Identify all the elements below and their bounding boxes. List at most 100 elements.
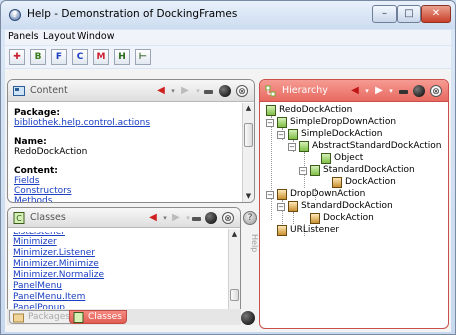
forward-dropdown-icon[interactable]: ▾ [191,84,205,98]
scroll-thumb[interactable] [230,289,239,301]
hierarchy-icon [265,85,276,97]
content-panel: Content ◀ ▾ ▶ ▾ ⊗ Package: bibliothek.he… [7,79,255,203]
collapse-icon[interactable]: − [266,119,274,127]
title-bar[interactable]: ? Help - Demonstration of DockingFrames … [1,1,455,29]
tree-node-label: DropDownAction [290,189,366,199]
close-panel-icon[interactable]: ⊗ [430,85,442,97]
tree-node-label: DockAction [345,177,396,187]
tree-node[interactable]: DockAction [310,213,420,225]
toolbar-m-button[interactable]: M [93,49,109,65]
forward-dropdown-icon[interactable]: ▾ [384,84,398,98]
tree-node[interactable]: − AbstractStandardDockAction [288,141,442,153]
content-panel-header[interactable]: Content ◀ ▾ ▶ ▾ ⊗ [8,80,254,102]
help-app-icon: ? [9,9,21,21]
maximize-panel-icon[interactable] [219,85,231,97]
maximize-panel-icon[interactable] [205,212,217,224]
scroll-up-icon[interactable]: ▲ [243,103,254,114]
tab-packages-label: Packages [28,312,70,322]
help-side-label[interactable]: Help [241,234,259,264]
close-panel-icon[interactable]: ⊗ [222,212,234,224]
svg-text:C: C [16,214,22,223]
minimize-panel-icon[interactable] [204,90,213,94]
b-icon: B [34,52,42,62]
tree-node[interactable]: DockAction [332,177,432,189]
tree-node-label: URListener [290,225,340,235]
tree-node[interactable]: RedoDockAction [266,105,406,117]
class-icon [299,141,309,152]
list-item[interactable]: Minimizer [13,237,235,248]
tree-node[interactable]: Object [321,153,421,165]
methods-link[interactable]: Methods [14,196,242,202]
toolbar-tree-button[interactable]: ⊢ [135,49,151,65]
scroll-up-icon[interactable]: ▲ [229,229,240,240]
scroll-down-icon[interactable]: ▼ [243,191,254,202]
toolbar-f-button[interactable]: F [51,49,67,65]
forward-arrow-icon[interactable]: ▶ [178,84,192,98]
close-panel-icon[interactable]: ⊗ [236,85,248,97]
minimize-panel-icon[interactable] [192,217,201,221]
toolbar-plus-button[interactable]: ✚ [9,49,25,65]
tab-classes[interactable]: Classes [69,310,127,324]
fields-link[interactable]: Fields [14,176,242,186]
tree-node[interactable]: − StandardDockAction [299,165,440,177]
package-link[interactable]: bibliothek.help.control.actions [14,118,242,128]
list-item[interactable]: PanelMenu [13,281,235,292]
tree-node[interactable]: − DropDownAction [266,189,417,201]
maximize-icon: □ [404,8,414,19]
close-button[interactable]: ✕ [421,5,451,23]
toolbar-hierarchy-button[interactable]: H [114,49,130,65]
minimize-panel-icon[interactable] [399,90,408,94]
tree-node-label: StandardDockAction [323,165,415,175]
constructors-link[interactable]: Constructors [14,186,242,196]
scroll-thumb[interactable] [244,123,253,147]
name-label: Name: [14,137,47,147]
toolbar-b-button[interactable]: B [30,49,46,65]
tree-node[interactable]: − SimpleDockAction [277,129,428,141]
toolbar: ✚ B F C M H ⊢ [5,46,451,68]
class-icon [321,153,331,164]
collapse-icon[interactable]: − [277,131,285,139]
help-icon[interactable]: ? [243,211,257,225]
collapse-icon[interactable]: − [277,203,285,211]
plus-icon: ✚ [13,52,21,62]
interface-icon [277,225,287,236]
minimize-button[interactable]: – [372,5,397,23]
content-scrollbar[interactable]: ▲ ▼ [242,103,254,202]
package-label: Package: [14,108,60,118]
maximize-panel-icon[interactable] [413,85,425,97]
side-maximize-icon[interactable] [241,311,255,325]
tree-node[interactable]: − StandardDockAction [277,201,428,213]
minimize-icon: – [382,8,387,19]
list-item[interactable]: Minimizer.Normalize [13,270,235,281]
maximize-button[interactable]: □ [397,5,421,23]
collapse-icon[interactable]: − [299,167,307,175]
hierarchy-icon: H [118,52,126,62]
m-icon: M [96,52,106,62]
classes-panel: C Classes ◀ ▾ ▶ ▾ ⊗ ListListener Minimiz… [7,207,241,323]
menu-window[interactable]: Window [77,31,114,42]
tree-node[interactable]: URListener [277,225,397,237]
classes-list: ListListener Minimizer Minimizer.Listene… [13,232,235,309]
menu-layout[interactable]: Layout [43,31,75,42]
classes-tab-icon [73,312,84,323]
collapse-icon[interactable]: − [266,191,274,199]
classes-panel-header[interactable]: C Classes ◀ ▾ ▶ ▾ ⊗ [8,208,240,228]
tree-node[interactable]: − SimpleDropDownAction [266,117,417,129]
tree-node-label: DockAction [323,213,374,223]
tree-node-label: Object [334,153,364,163]
list-item[interactable]: Minimizer.Minimize [13,259,235,270]
collapse-icon[interactable]: − [288,143,296,151]
minimized-side-strip: ? Help [241,209,259,319]
packages-icon [13,313,24,323]
hierarchy-panel-title: Hierarchy [282,85,328,96]
list-item[interactable]: PanelMenu.Item [13,292,235,303]
tab-packages[interactable]: Packages [9,310,75,324]
interface-icon [277,189,287,200]
window-title: Help - Demonstration of DockingFrames [27,8,238,20]
list-item[interactable]: Minimizer.Listener [13,248,235,259]
menu-bar: Panels Layout Window [5,30,451,45]
hierarchy-panel-header[interactable]: Hierarchy ◀ ▾ ▶ ▾ ⊗ [260,80,448,102]
class-icon [277,117,287,128]
menu-panels[interactable]: Panels [8,31,39,42]
toolbar-c-button[interactable]: C [72,49,88,65]
